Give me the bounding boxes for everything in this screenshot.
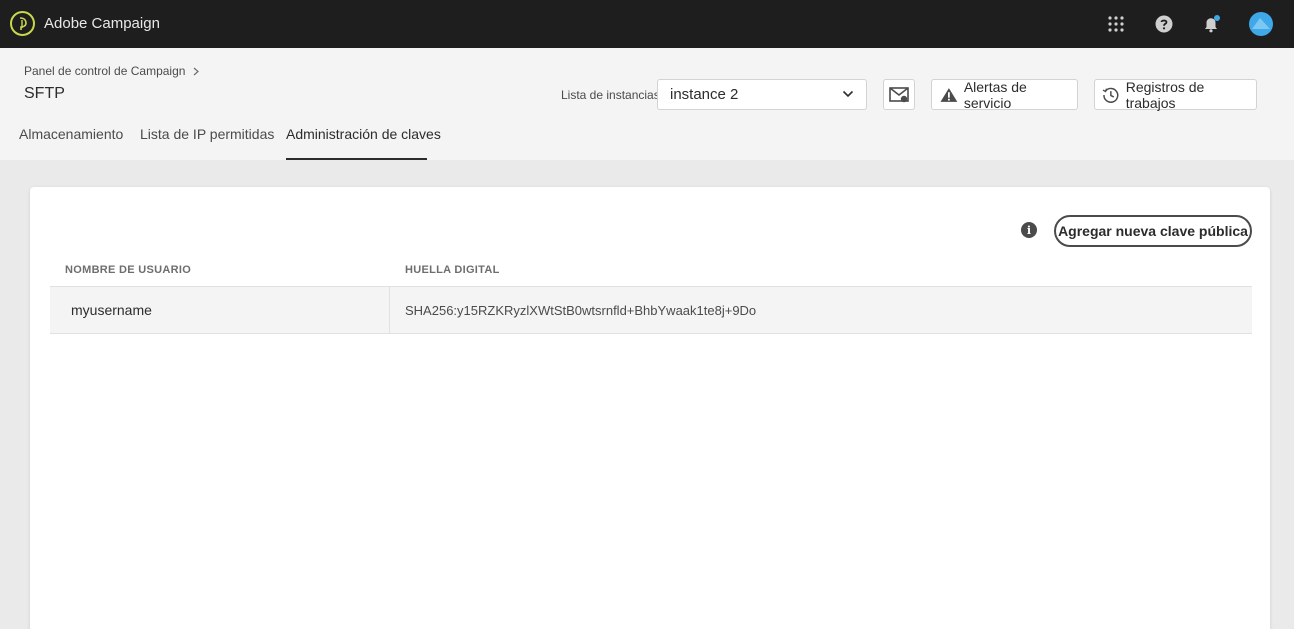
column-divider [389,287,390,333]
page-header: Panel de control de Campaign SFTP Lista … [0,48,1294,160]
active-tab-indicator [286,158,427,160]
mail-settings-icon [889,86,909,102]
service-alerts-button[interactable]: Alertas de servicio [931,78,1078,111]
adobe-campaign-logo-icon[interactable] [10,11,35,36]
column-header-username: NOMBRE DE USUARIO [65,264,192,276]
key-management-card: i Agregar nueva clave pública NOMBRE DE … [30,187,1270,629]
column-header-fingerprint: HUELLA DIGITAL [405,264,500,276]
email-settings-button[interactable] [883,79,915,110]
service-alerts-label: Alertas de servicio [963,78,1027,111]
notifications-bell-icon[interactable] [1199,12,1223,36]
tab-storage[interactable]: Almacenamiento [19,126,123,160]
apps-grid-icon[interactable] [1104,12,1128,36]
chevron-down-icon [842,90,854,98]
username-cell: myusername [71,302,152,318]
chevron-right-icon [194,67,200,75]
breadcrumb[interactable]: Panel de control de Campaign [24,64,200,78]
top-navigation-bar: Adobe Campaign [0,0,1294,48]
warning-triangle-icon [940,87,958,102]
job-logs-label: Registros de trabajos [1125,78,1205,111]
user-avatar[interactable] [1249,12,1273,36]
tab-ip-allowlist[interactable]: Lista de IP permitidas [140,126,274,160]
add-public-key-button[interactable]: Agregar nueva clave pública [1054,215,1252,247]
help-icon[interactable] [1152,12,1176,36]
page-title: SFTP [24,85,65,102]
job-logs-button[interactable]: Registros de trabajos [1094,78,1257,111]
instance-select-value: instance 2 [670,86,739,103]
history-clock-icon [1102,87,1119,103]
breadcrumb-link[interactable]: Panel de control de Campaign [24,64,185,78]
fingerprint-cell: SHA256:y15RZKRyzlXWtStB0wtsrnfld+BhbYwaa… [405,303,757,318]
info-icon[interactable]: i [1021,222,1037,238]
instance-list-label: Lista de instancias [561,88,660,102]
table-row[interactable]: myusername SHA256:y15RZKRyzlXWtStB0wtsrn… [50,286,1252,334]
app-title[interactable]: Adobe Campaign [44,15,160,32]
instance-select[interactable]: instance 2 [657,79,867,110]
tab-key-management[interactable]: Administración de claves [286,126,441,160]
